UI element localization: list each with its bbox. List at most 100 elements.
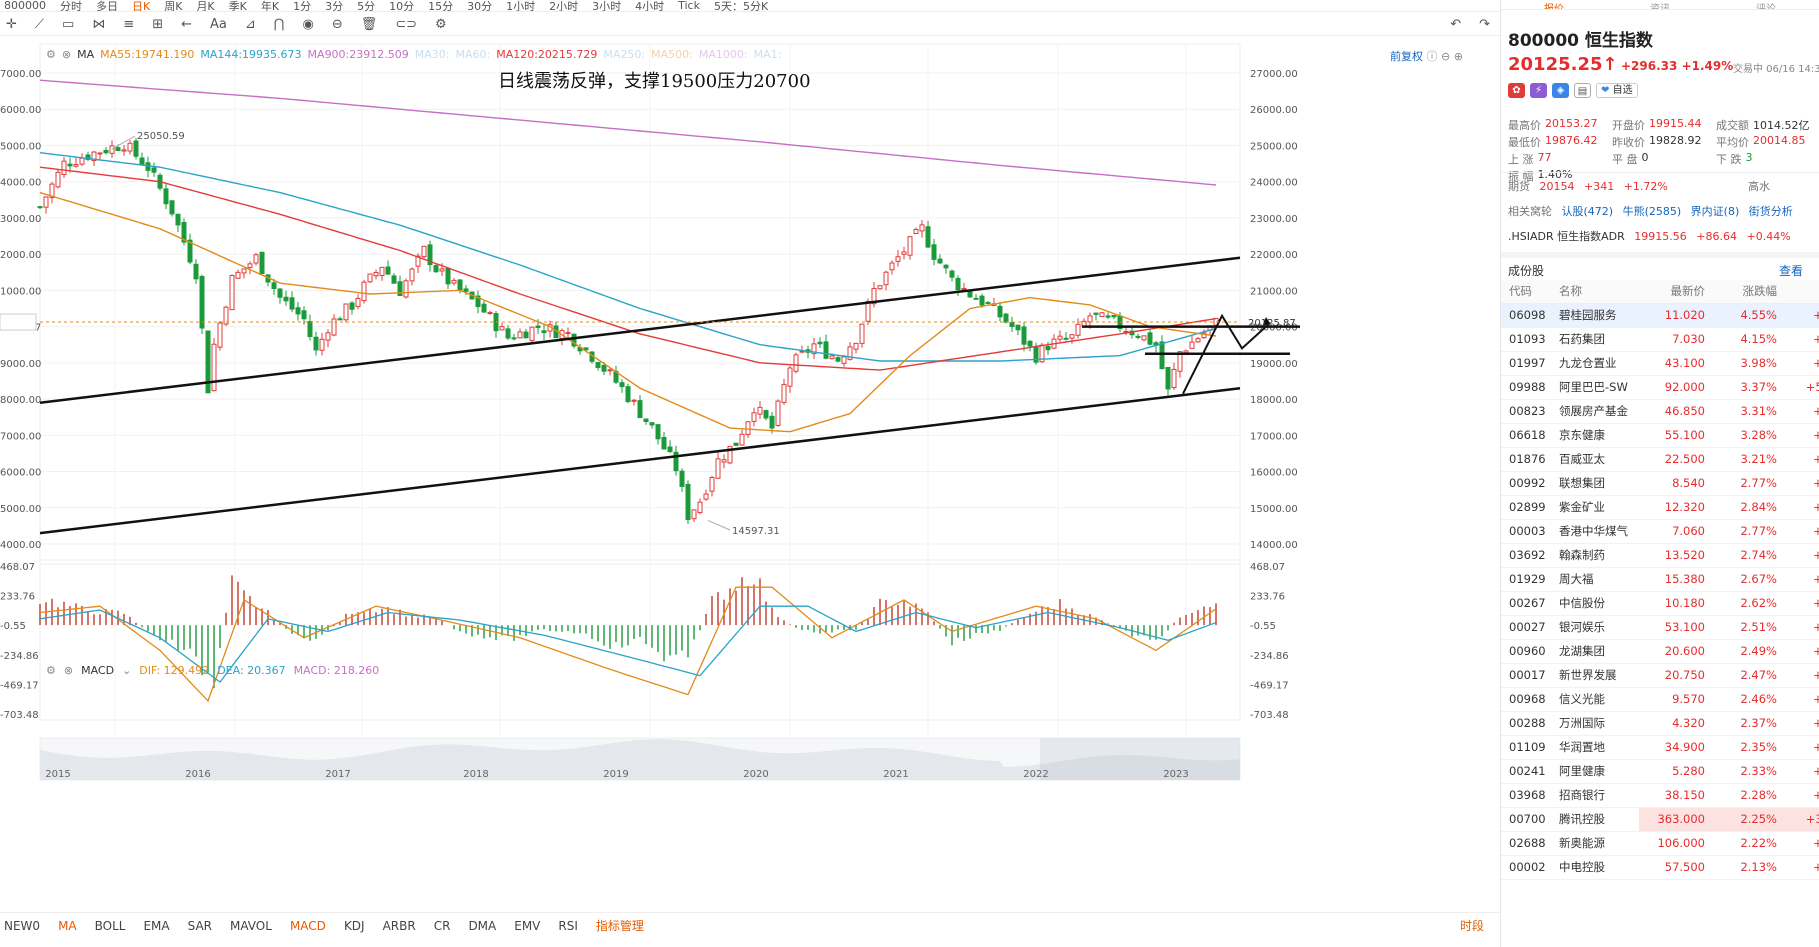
indicator-tab-1[interactable]: MA xyxy=(58,919,77,933)
table-row[interactable]: 00288万洲国际4.3202.37%+1.3 xyxy=(1501,711,1819,736)
table-row[interactable]: 06618京东健康55.1003.28%+3.1 xyxy=(1501,423,1819,448)
period-8[interactable]: 1分 xyxy=(293,0,311,11)
table-row[interactable]: 00003香港中华煤气7.0602.77%+3.4 xyxy=(1501,519,1819,544)
indicator-tab-13[interactable]: 指标管理 xyxy=(596,917,644,934)
settings-icon[interactable]: ⚙ xyxy=(435,17,447,32)
futures-row[interactable]: 期货 20154 +341 +1.72% 高水 xyxy=(1508,178,1770,194)
indicator-tab-5[interactable]: MAVOL xyxy=(230,919,272,933)
gear-icon[interactable]: ⚙ xyxy=(46,48,56,61)
close-icon[interactable]: ⊗ xyxy=(64,664,73,677)
table-row[interactable]: 00027银河娱乐53.1002.51%+4.5 xyxy=(1501,615,1819,640)
table-row[interactable]: 00960龙湖集团20.6002.49%+1.5 xyxy=(1501,639,1819,664)
session-button[interactable]: 时段 xyxy=(1460,917,1484,934)
period-13[interactable]: 30分 xyxy=(467,0,492,11)
add-watchlist-button[interactable]: ❤ 自选 xyxy=(1596,83,1638,98)
period-0[interactable]: 800000 xyxy=(4,0,46,11)
fib-tool-icon[interactable]: ≡ xyxy=(123,17,134,32)
period-19[interactable]: 5天：5分K xyxy=(714,0,768,11)
col-header[interactable]: 贡 xyxy=(1777,280,1819,304)
period-16[interactable]: 3小时 xyxy=(592,0,621,11)
col-header[interactable]: 名称 xyxy=(1557,280,1639,304)
table-row[interactable]: 03692翰森制药13.5202.74%+0.7 xyxy=(1501,543,1819,568)
table-row[interactable]: 09988阿里巴巴-SW92.0003.37%+56.0 xyxy=(1501,375,1819,400)
indicator-tab-4[interactable]: SAR xyxy=(188,919,212,933)
indicator-tab-6[interactable]: MACD xyxy=(290,919,326,933)
period-1[interactable]: 分时 xyxy=(60,0,82,11)
magnet-icon[interactable]: ⋂ xyxy=(274,17,285,32)
table-row[interactable]: 01929周大福15.3802.67%+2.1 xyxy=(1501,567,1819,592)
period-5[interactable]: 月K xyxy=(196,0,214,11)
indicator-tab-0[interactable]: NEW0 xyxy=(4,919,40,933)
period-12[interactable]: 15分 xyxy=(428,0,453,11)
tag-icon[interactable]: ◈ xyxy=(1552,83,1569,98)
undo-icon[interactable]: ↶ xyxy=(1450,17,1461,32)
adr-row[interactable]: .HSIADR 恒生指数ADR 19915.56 +86.64 +0.44% xyxy=(1508,228,1791,244)
trash-icon[interactable]: 🗑 xyxy=(361,17,378,32)
ruler-icon[interactable]: ⊿ xyxy=(245,17,256,32)
adjust-toggle[interactable]: 前复权 ⓘ ⊖ ⊕ xyxy=(1390,48,1463,64)
table-row[interactable]: 00823领展房产基金46.8503.31%+6.1 xyxy=(1501,399,1819,424)
period-2[interactable]: 多日 xyxy=(96,0,118,11)
kline-chart[interactable]: 27000.00 7000.00 26000.00 6000.00 25000.00 50… xyxy=(0,36,1500,904)
panel-tab-1[interactable]: 资讯 xyxy=(1650,0,1670,9)
col-header[interactable]: 代码 xyxy=(1501,280,1557,304)
table-row[interactable]: 02899紫金矿业12.3202.84%+2.9 xyxy=(1501,495,1819,520)
period-9[interactable]: 3分 xyxy=(325,0,343,11)
indicator-tab-2[interactable]: BOLL xyxy=(95,919,126,933)
channel-tool-icon[interactable]: ⊞ xyxy=(152,17,163,32)
period-6[interactable]: 季K xyxy=(229,0,247,11)
constituents-more-link[interactable]: 查看 xyxy=(1779,262,1803,279)
lightning-icon[interactable]: ⚡ xyxy=(1530,83,1547,98)
table-row[interactable]: 00267中信股份10.1802.62%+3.0 xyxy=(1501,591,1819,616)
note-icon[interactable]: ▤ xyxy=(1574,83,1591,98)
table-row[interactable]: 00241阿里健康5.2802.33%+1.0 xyxy=(1501,759,1819,784)
period-3[interactable]: 日K xyxy=(132,0,150,11)
eye-icon[interactable]: ◉ xyxy=(302,17,313,32)
indicator-tab-12[interactable]: RSI xyxy=(558,919,578,933)
indicator-tab-8[interactable]: ARBR xyxy=(383,919,416,933)
chevron-down-icon[interactable]: ⌄ xyxy=(122,664,131,677)
fork-tool-icon[interactable]: ⋈ xyxy=(92,17,105,32)
col-header[interactable]: 最新价 xyxy=(1639,280,1705,304)
line-tool-icon[interactable]: ⟋ xyxy=(35,17,44,32)
period-10[interactable]: 5分 xyxy=(357,0,375,11)
close-icon[interactable]: ⊗ xyxy=(62,48,71,61)
indicator-tab-10[interactable]: DMA xyxy=(468,919,496,933)
period-11[interactable]: 10分 xyxy=(389,0,414,11)
lock-icon[interactable]: ⊖ xyxy=(332,17,343,32)
table-row[interactable]: 03968招商银行38.1502.28%+5.3 xyxy=(1501,783,1819,808)
table-row[interactable]: 00992联想集团8.5402.77%+2.8 xyxy=(1501,471,1819,496)
table-row[interactable]: 06098碧桂园服务11.0204.55%+1.7 xyxy=(1501,303,1819,328)
table-row[interactable]: 01876百威亚太22.5003.21%+2.2 xyxy=(1501,447,1819,472)
link-icon[interactable]: ⊂⊃ xyxy=(395,17,417,32)
table-row[interactable]: 01109华润置地34.9002.35%+4.0 xyxy=(1501,735,1819,760)
warrant-inline-link[interactable]: 界内证(8) xyxy=(1691,205,1740,218)
warrant-call-link[interactable]: 认股(472) xyxy=(1562,205,1614,218)
crosshair-icon[interactable]: ✛ xyxy=(6,17,17,32)
indicator-tab-3[interactable]: EMA xyxy=(143,919,169,933)
help-icon[interactable]: ⓘ ⊖ ⊕ xyxy=(1427,50,1463,63)
warrant-cbbc-link[interactable]: 牛熊(2585) xyxy=(1623,205,1682,218)
panel-tab-0[interactable]: 报价 xyxy=(1544,0,1564,9)
col-header[interactable]: 涨跌幅 xyxy=(1705,280,1777,304)
table-row[interactable]: 00700腾讯控股363.0002.25%+37.6 xyxy=(1501,807,1819,832)
table-row[interactable]: 01997九龙仓置业43.1003.98%+4.4 xyxy=(1501,351,1819,376)
period-4[interactable]: 周K xyxy=(164,0,182,11)
gear-icon[interactable]: ⚙ xyxy=(46,664,56,677)
table-row[interactable]: 01093石药集团7.0304.15%+4.0 xyxy=(1501,327,1819,352)
indicator-tab-9[interactable]: CR xyxy=(434,919,451,933)
arrow-tool-icon[interactable]: ← xyxy=(181,17,192,32)
overview-window[interactable] xyxy=(1040,738,1240,780)
period-7[interactable]: 年K xyxy=(261,0,279,11)
redo-icon[interactable]: ↷ xyxy=(1479,17,1490,32)
warrant-analysis-link[interactable]: 街货分析 xyxy=(1749,205,1793,218)
table-row[interactable]: 00968信义光能9.5702.46%+1.8 xyxy=(1501,687,1819,712)
table-row[interactable]: 00017新世界发展20.7502.47%+1.1 xyxy=(1501,663,1819,688)
period-18[interactable]: Tick xyxy=(678,0,700,11)
period-14[interactable]: 1小时 xyxy=(506,0,535,11)
indicator-tab-7[interactable]: KDJ xyxy=(344,919,365,933)
text-tool-icon[interactable]: Aa xyxy=(210,17,227,32)
indicator-tab-11[interactable]: EMV xyxy=(514,919,540,933)
period-15[interactable]: 2小时 xyxy=(549,0,578,11)
rect-tool-icon[interactable]: ▭ xyxy=(62,17,74,32)
